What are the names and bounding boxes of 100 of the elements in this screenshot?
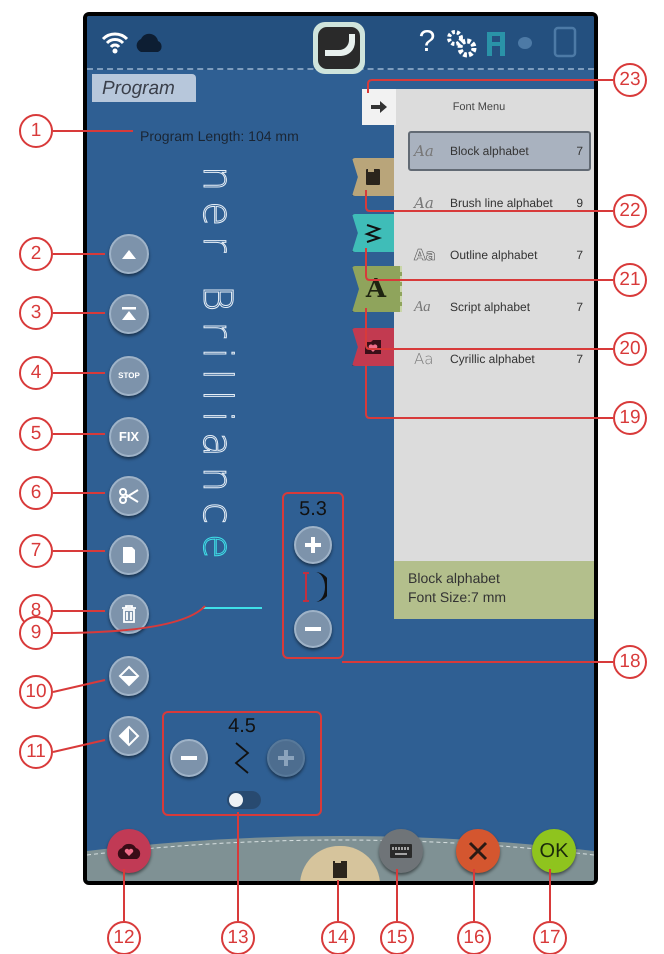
- leader-line: [396, 869, 398, 921]
- minus-icon: [305, 627, 321, 631]
- leader-line: [337, 880, 339, 921]
- category-tab[interactable]: [352, 158, 394, 196]
- leader-line: [53, 253, 105, 255]
- leader-line: [52, 679, 106, 693]
- callout-number: 16: [457, 921, 491, 954]
- font-name: Script alphabet: [450, 299, 532, 316]
- menu-tab[interactable]: [362, 89, 396, 125]
- cursor-line: [202, 607, 262, 609]
- cloud-heart-button[interactable]: [107, 829, 151, 873]
- callout-number: 18: [613, 645, 647, 679]
- copy-button[interactable]: [109, 535, 149, 575]
- font-list-item[interactable]: Aa Block alphabet 7: [408, 131, 591, 171]
- program-length-text: Program Length: 104 mm: [140, 127, 299, 146]
- arrow-up-button[interactable]: [109, 234, 149, 274]
- decrease-button[interactable]: [294, 610, 332, 648]
- font-list-item[interactable]: Aa Outline alphabet 7: [408, 235, 591, 275]
- font-name: Outline alphabet: [450, 247, 538, 264]
- leader-line: [53, 492, 105, 494]
- home-button[interactable]: [311, 20, 367, 76]
- font-sample: Aa: [414, 348, 434, 370]
- callout-number: 1: [19, 114, 53, 148]
- decrease-button[interactable]: [170, 739, 208, 777]
- callout-number: 15: [380, 921, 414, 954]
- close-icon: [467, 840, 489, 862]
- callout-number: 11: [19, 735, 53, 769]
- callout-number: 6: [19, 476, 53, 510]
- callout-number: 23: [613, 63, 647, 97]
- ok-button[interactable]: OK: [532, 829, 576, 873]
- callout-number: 9: [19, 616, 53, 650]
- font-sample: Aa: [414, 140, 435, 162]
- leader-line: [53, 372, 105, 374]
- book-icon: [332, 858, 348, 878]
- font-count: 7: [576, 299, 583, 316]
- callout-number: 13: [221, 921, 255, 954]
- diamond-side-button[interactable]: [109, 716, 149, 756]
- leader-line: [52, 739, 106, 753]
- dot-icon[interactable]: [517, 36, 533, 50]
- font-menu-title: Font Menu: [452, 100, 506, 115]
- font-name: Block alphabet: [450, 143, 530, 160]
- leader-line: [53, 550, 105, 552]
- callout-number: 4: [19, 356, 53, 390]
- stitched-letter: e: [193, 534, 241, 569]
- font-sample: Aa: [414, 244, 437, 266]
- diamond-icon: [118, 665, 140, 687]
- book-icon: [363, 166, 383, 188]
- minus-icon: [181, 756, 197, 760]
- stitch-width-value: 4.5: [227, 715, 257, 737]
- leader-line: [549, 869, 551, 921]
- font-list-item[interactable]: Aa Script alphabet 7: [408, 287, 591, 327]
- keyboard-icon: [388, 841, 414, 861]
- program-tab[interactable]: Program: [92, 74, 196, 102]
- trash-button[interactable]: [109, 594, 149, 634]
- callout-number: 17: [533, 921, 567, 954]
- diamond-icon: [118, 725, 140, 747]
- callout-number: 20: [613, 332, 647, 366]
- arrow-top-button[interactable]: [109, 294, 149, 334]
- scissors-button[interactable]: [109, 476, 149, 516]
- font-info-text: Font Size:7 mm: [408, 588, 508, 607]
- settings-icon[interactable]: [445, 28, 479, 58]
- callout-number: 7: [19, 534, 53, 568]
- category-tab[interactable]: [352, 214, 394, 252]
- leader-line: [53, 312, 105, 314]
- font-sample: Aa: [414, 298, 432, 317]
- callout-number: 2: [19, 237, 53, 271]
- font-sample: Aa: [414, 192, 435, 214]
- zigzag-icon: [363, 222, 383, 244]
- callout-number: 5: [19, 417, 53, 451]
- stitch-height-value: 5.3: [299, 498, 327, 520]
- help-button[interactable]: ?: [417, 26, 437, 58]
- arrow-right-icon: [370, 100, 388, 114]
- diamond-down-button[interactable]: [109, 656, 149, 696]
- font-count: 7: [576, 143, 583, 160]
- font-count: 7: [576, 351, 583, 368]
- callout-number: 3: [19, 296, 53, 330]
- font-count: 7: [576, 247, 583, 264]
- callout-number: 21: [613, 263, 647, 297]
- wifi-icon[interactable]: [101, 30, 129, 54]
- leader-line: [473, 869, 475, 921]
- leader-line: [53, 433, 105, 435]
- callout-number: 19: [613, 401, 647, 435]
- callout-number: 12: [107, 921, 141, 954]
- plus-icon: [304, 536, 322, 554]
- increase-button[interactable]: [294, 526, 332, 564]
- callout-number: 22: [613, 194, 647, 228]
- callout-number: 10: [19, 675, 53, 709]
- category-tab[interactable]: [352, 328, 394, 366]
- plus-icon: [277, 749, 295, 767]
- zigzag-icon: [233, 741, 251, 775]
- font-count: 9: [576, 195, 583, 212]
- callout-number: 14: [321, 921, 355, 954]
- leader-line: [123, 869, 125, 921]
- font-name: Cyrillic alphabet: [450, 351, 536, 368]
- font-info-text: Block alphabet: [408, 569, 501, 588]
- font-name: Brush line alphabet: [450, 195, 554, 212]
- toggle-switch[interactable]: [227, 791, 261, 809]
- font-list-item[interactable]: Aa Brush line alphabet 9: [408, 183, 591, 223]
- font-list-item[interactable]: Aa Cyrillic alphabet 7: [408, 339, 591, 379]
- arrow-up-icon: [122, 250, 136, 258]
